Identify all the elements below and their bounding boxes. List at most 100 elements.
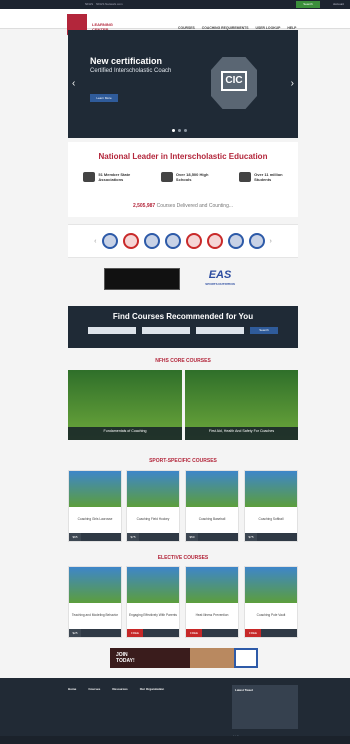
elective-course-card[interactable]: Heat Illness Prevention FREE (185, 566, 239, 638)
details-link[interactable] (81, 629, 121, 637)
join-line-2: TODAY! (116, 658, 135, 664)
chevron-left-icon[interactable]: ‹ (94, 238, 96, 245)
join-text: JOIN TODAY! (110, 652, 190, 664)
carousel-dots (172, 129, 187, 132)
course-image (186, 567, 238, 603)
course-image (186, 471, 238, 507)
footer-heading[interactable]: Courses (88, 687, 100, 691)
tweet-title: Latest Tweet (235, 688, 253, 692)
search-button[interactable]: Search (296, 1, 320, 8)
course-image (245, 471, 297, 507)
partner-logo[interactable] (248, 233, 265, 249)
partner-logo[interactable] (185, 233, 202, 249)
chevron-right-icon[interactable]: › (291, 78, 294, 89)
price-badge: $65 (69, 533, 81, 541)
eas-logo[interactable]: EAS SPORTS NUTRITION (190, 268, 250, 290)
price-badge: FREE (186, 629, 202, 637)
price-badge: FREE (245, 629, 261, 637)
footer-col: Resources (112, 687, 127, 714)
account-link[interactable]: Account (333, 2, 344, 6)
elective-course-card[interactable]: Coaching Pole Vault FREE (244, 566, 298, 638)
carousel-dot[interactable] (184, 129, 187, 132)
core-heading: NFHS CORE COURSES (155, 358, 211, 364)
details-link[interactable] (261, 629, 297, 637)
sport-course-card[interactable]: Coaching Baseball $50 (185, 470, 239, 542)
partner-logo[interactable] (122, 233, 139, 249)
join-banner[interactable]: JOIN TODAY! (110, 648, 258, 668)
school-icon (160, 172, 173, 182)
footer-columns: Home Courses Resources Our Organization (68, 687, 164, 714)
footer-heading[interactable]: Our Organization (140, 687, 165, 691)
details-link[interactable] (202, 629, 238, 637)
details-link[interactable] (143, 629, 179, 637)
select-state[interactable] (88, 327, 136, 334)
sport-course-card[interactable]: Coaching Field Hockey $75 (126, 470, 180, 542)
select-course-type[interactable] (196, 327, 244, 334)
course-image (127, 471, 179, 507)
main-navbar: LEARNING CENTER COURSES COACHING REQUIRE… (0, 9, 350, 40)
core-course-card[interactable]: First Aid, Health And Safety For Coaches (185, 370, 298, 440)
hero-carousel: ‹ › New certification Certified Intersch… (68, 30, 298, 138)
stat-label: Associations (98, 177, 124, 182)
core-course-card[interactable]: Fundamentals of Coaching (68, 370, 182, 440)
leader-heading: National Leader in Interscholastic Educa… (98, 152, 268, 161)
details-link[interactable] (139, 533, 179, 541)
partner-logos: ‹ › (68, 224, 298, 258)
stat-label: Students (254, 177, 272, 182)
copyright-bar (0, 736, 350, 744)
footer-col: Home (68, 687, 76, 714)
badge-text: CIC (221, 71, 247, 91)
carousel-dot[interactable] (178, 129, 181, 132)
top-link-network[interactable]: NFHS Network.com (96, 2, 123, 6)
top-links: NFHS NFHS Network.com (85, 2, 123, 6)
partner-logo[interactable] (227, 233, 244, 249)
eas-text: EAS (208, 269, 232, 281)
select-role[interactable] (142, 327, 190, 334)
price-badge: $50 (186, 533, 198, 541)
carousel-dot[interactable] (172, 129, 175, 132)
elective-heading: ELECTIVE COURSES (157, 555, 209, 561)
details-link[interactable] (81, 533, 121, 541)
footer-heading[interactable]: Resources (112, 687, 127, 691)
hero-title: New certification (90, 56, 163, 66)
chevron-left-icon[interactable]: ‹ (72, 78, 75, 89)
stat-associations: 51 Member State Associations (83, 172, 130, 182)
footer-heading[interactable]: Home (68, 687, 76, 691)
course-title: Teaching and Modeling Behavior (71, 613, 119, 617)
partner-logo[interactable] (101, 233, 118, 249)
course-title: Coaching Baseball (198, 517, 226, 521)
chevron-right-icon[interactable]: › (270, 238, 272, 245)
course-title: Coaching Softball (258, 517, 284, 521)
course-title: Coaching Pole Vault (256, 613, 286, 617)
filter-row: Search (68, 327, 298, 334)
find-search-button[interactable]: Search (250, 327, 278, 334)
eas-sub: SPORTS NUTRITION (205, 282, 235, 286)
partner-logo[interactable] (206, 233, 223, 249)
stat-label: Schools (175, 177, 192, 182)
top-bar: NFHS NFHS Network.com Search Account (0, 0, 350, 9)
count-number: 2,505,987 (132, 203, 156, 209)
course-image (127, 567, 179, 603)
elective-course-card[interactable]: Teaching and Modeling Behavior $25 (68, 566, 122, 638)
sport-course-card[interactable]: Coaching Girls Lacrosse $65 (68, 470, 122, 542)
elective-course-card[interactable]: Engaging Effectively With Parents FREE (126, 566, 180, 638)
price-badge: $25 (69, 629, 81, 637)
details-link[interactable] (198, 533, 238, 541)
students-icon (239, 172, 252, 182)
stats-row: 51 Member State Associations Over 18,500 … (68, 172, 298, 182)
stat-students: Over 11 million Students (239, 172, 283, 182)
course-title: Fundamentals of Coaching (103, 429, 147, 433)
sport-heading: SPORT-SPECIFIC COURSES (149, 458, 217, 464)
top-link-nfhs[interactable]: NFHS (85, 2, 93, 6)
course-title: Engaging Effectively With Parents (129, 613, 177, 617)
course-image (69, 567, 121, 603)
partner-logo[interactable] (164, 233, 181, 249)
sponsor-banner[interactable] (104, 268, 180, 290)
footer-col: Our Organization (140, 687, 165, 714)
course-title: Coaching Field Hockey (136, 517, 170, 521)
learn-more-button[interactable]: Learn More (90, 94, 118, 102)
details-link[interactable] (257, 533, 297, 541)
courses-count: 2,505,987 Courses Delivered and Counting… (68, 203, 298, 209)
partner-logo[interactable] (143, 233, 160, 249)
sport-course-card[interactable]: Coaching Softball $75 (244, 470, 298, 542)
